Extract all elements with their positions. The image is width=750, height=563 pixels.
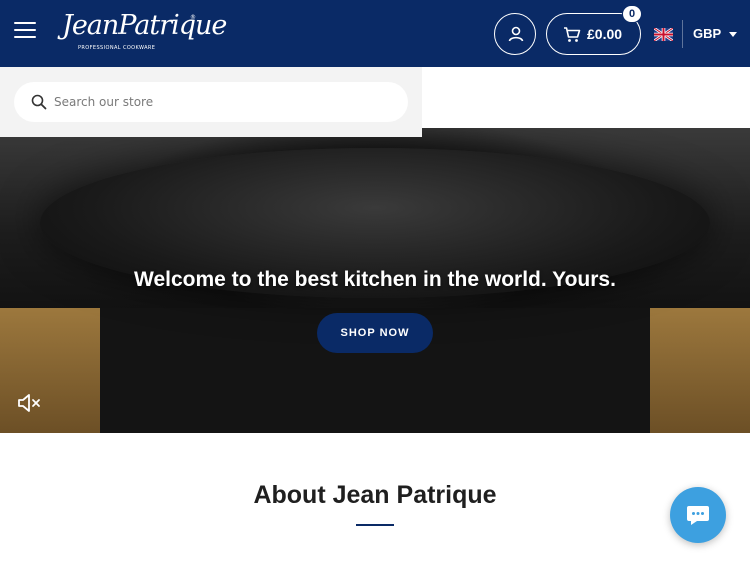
- chat-launcher-button[interactable]: [670, 487, 726, 543]
- search-icon: [31, 94, 47, 110]
- search-box[interactable]: [14, 82, 408, 122]
- hero-video: Welcome to the best kitchen in the world…: [0, 128, 750, 433]
- chat-bubble-icon: [687, 506, 709, 525]
- logo-wordmark: JeanPatrique: [62, 10, 227, 41]
- about-heading: About Jean Patrique: [253, 481, 497, 509]
- about-heading-underline: [356, 524, 394, 526]
- cart-icon: [564, 27, 581, 42]
- logo-registered-mark: ®: [190, 14, 196, 21]
- uk-flag-icon[interactable]: [654, 28, 673, 41]
- hero-title: Welcome to the best kitchen in the world…: [134, 268, 616, 291]
- site-header: JeanPatrique ® PROFESSIONAL COOKWARE £0.…: [0, 0, 750, 67]
- header-divider: [682, 20, 683, 48]
- speaker-muted-icon[interactable]: [17, 392, 43, 414]
- account-button[interactable]: [494, 13, 536, 55]
- chevron-down-icon[interactable]: [729, 32, 737, 37]
- currency-selector[interactable]: GBP: [693, 26, 721, 41]
- shop-now-button[interactable]: SHOP NOW: [317, 313, 433, 353]
- search-panel: [0, 67, 422, 137]
- hero-background-counter-right: [640, 308, 750, 433]
- cart-total: £0.00: [587, 26, 623, 42]
- cart-count-badge: 0: [622, 5, 642, 23]
- hamburger-menu-icon[interactable]: [14, 22, 36, 44]
- brand-logo[interactable]: JeanPatrique ® PROFESSIONAL COOKWARE: [62, 10, 227, 55]
- hero-background-counter-left: [0, 308, 110, 433]
- user-icon: [508, 26, 524, 42]
- search-input[interactable]: [54, 82, 394, 122]
- logo-subtitle: PROFESSIONAL COOKWARE: [78, 45, 156, 51]
